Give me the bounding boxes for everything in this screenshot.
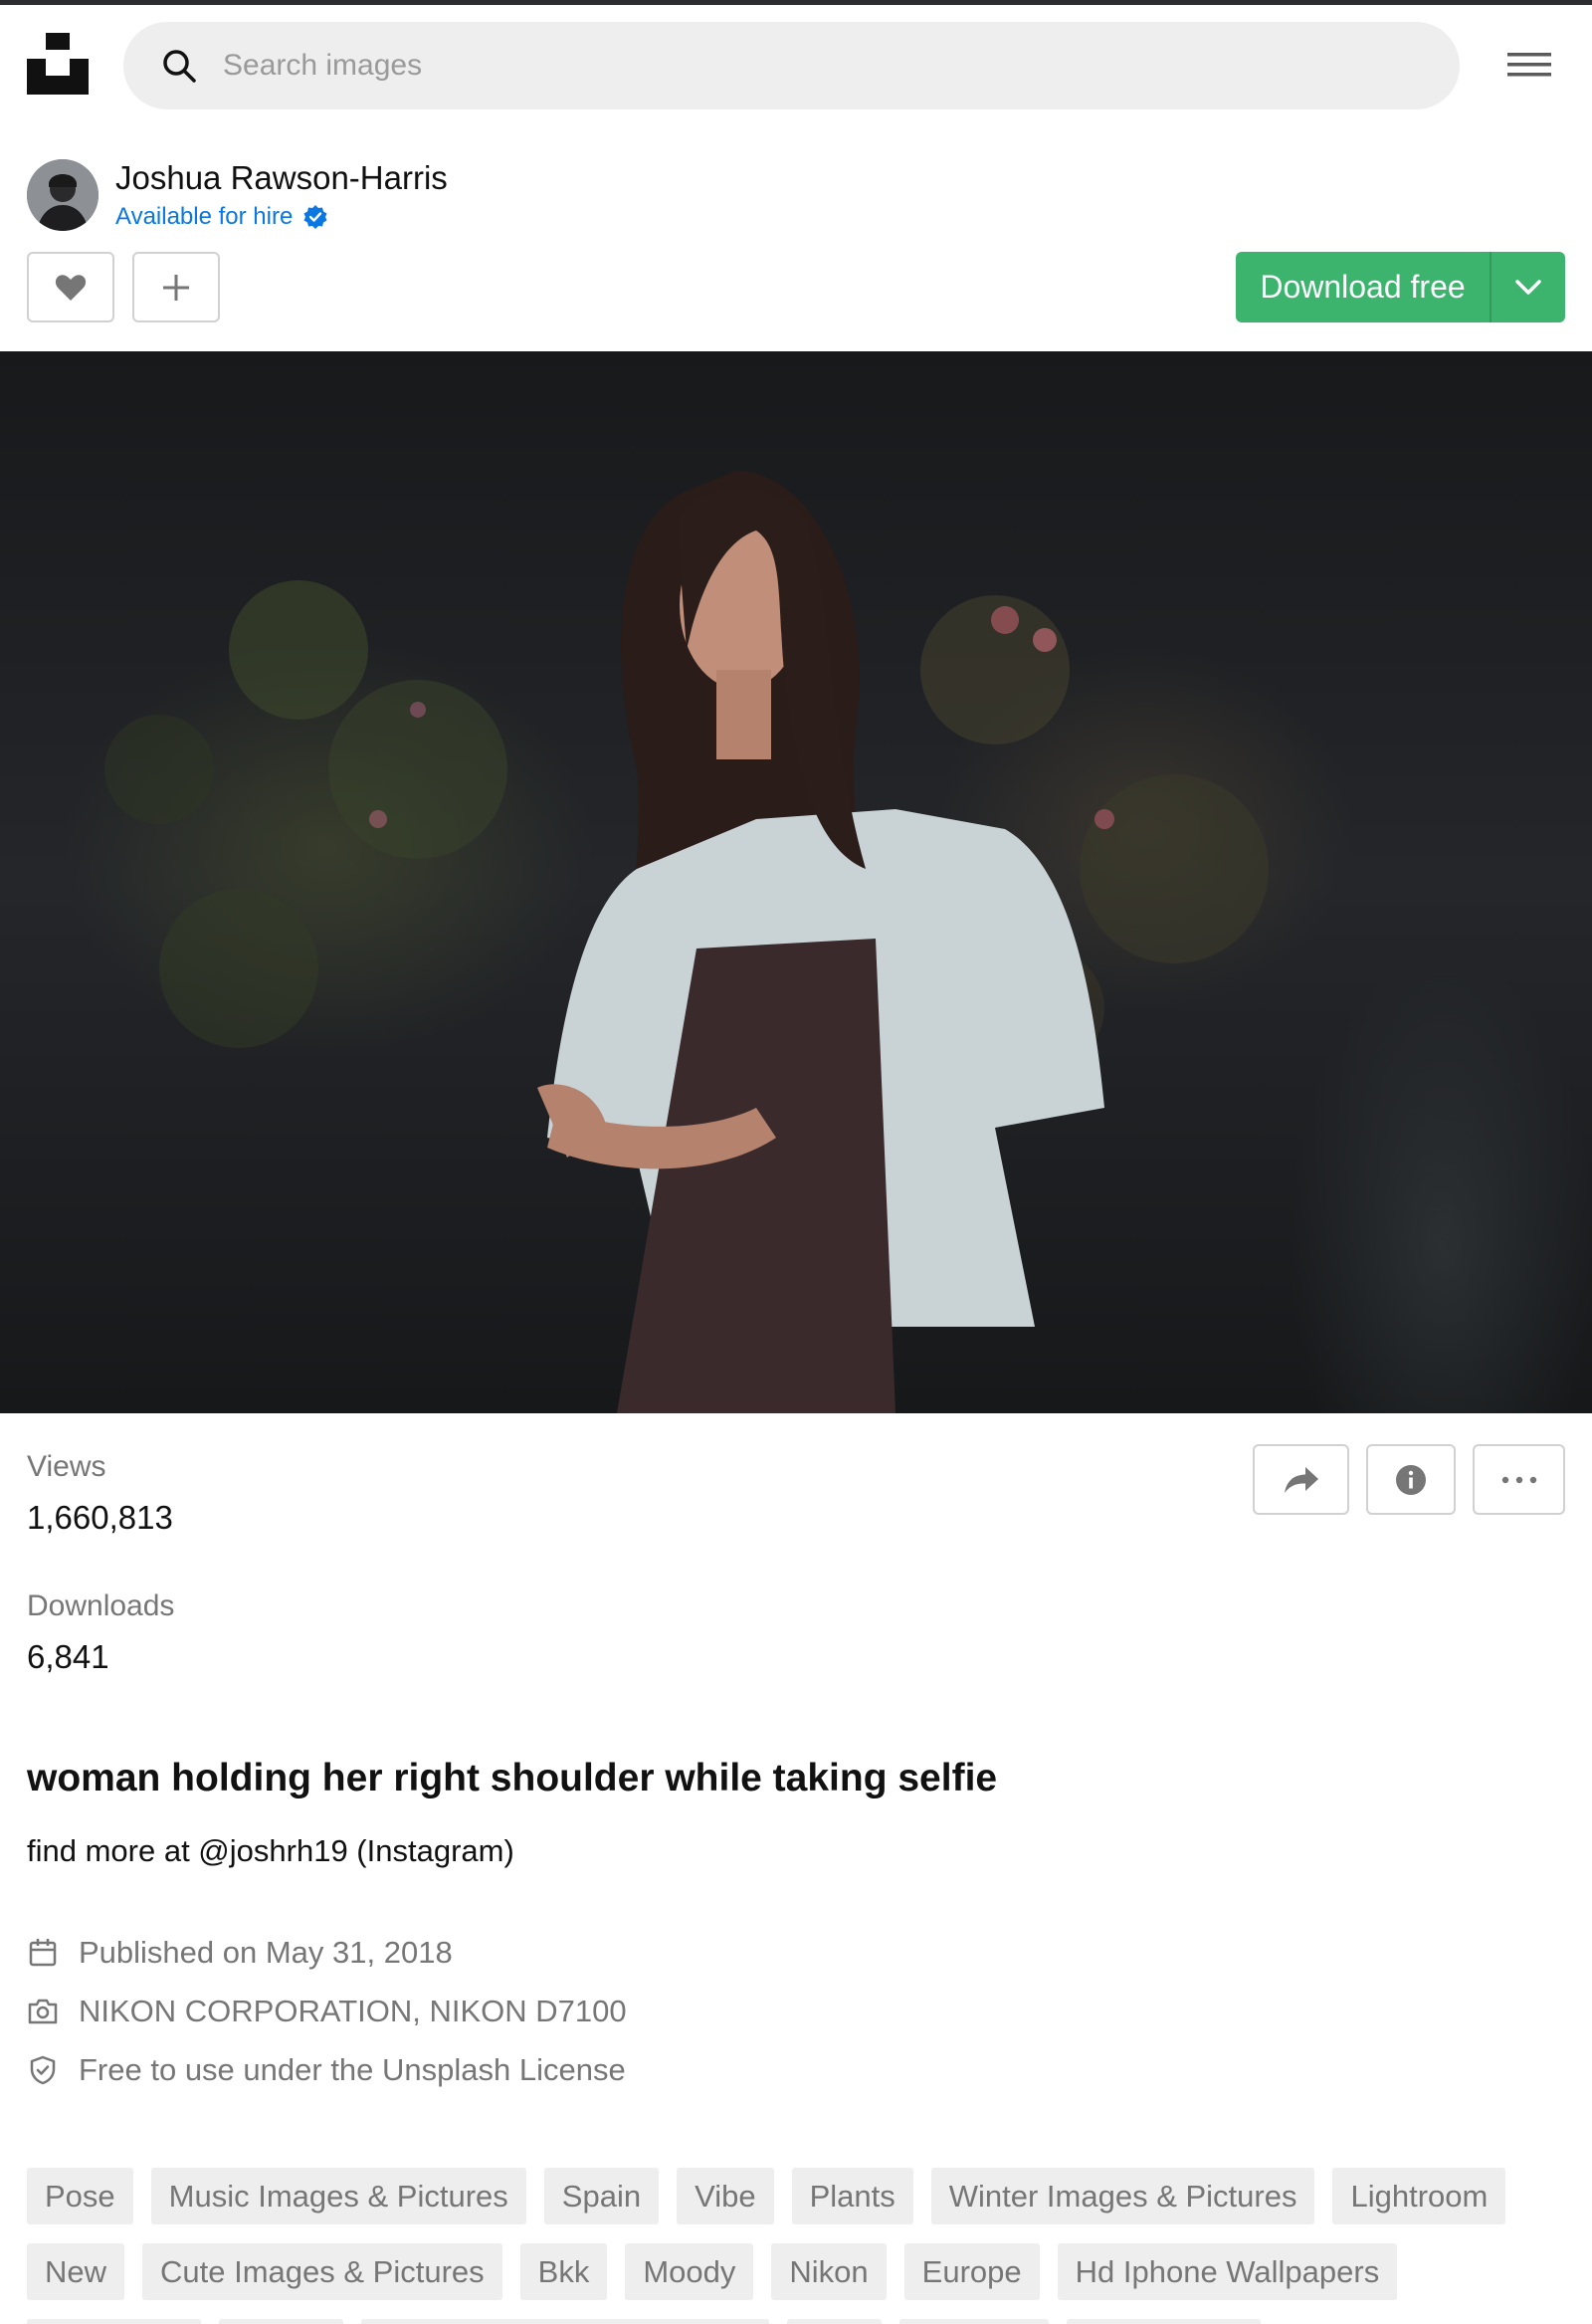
heart-icon (55, 274, 87, 301)
main-photo[interactable] (0, 351, 1592, 1413)
published-text: Published on May 31, 2018 (79, 1935, 453, 1970)
tag-row-1: Pose Music Images & Pictures Spain Vibe … (27, 2168, 1579, 2224)
views-value: 1,660,813 (27, 1499, 173, 1536)
tag-moody[interactable]: Moody (625, 2243, 754, 2300)
tag-partial[interactable] (219, 2319, 343, 2324)
add-to-collection-button[interactable] (132, 252, 220, 322)
tag-plants[interactable]: Plants (791, 2168, 913, 2224)
downloads-value: 6,841 (27, 1638, 109, 1675)
tag-pose[interactable]: Pose (27, 2168, 133, 2224)
info-icon (1396, 1464, 1426, 1495)
tag-partial[interactable] (899, 2319, 1049, 2324)
tag-cute[interactable]: Cute Images & Pictures (142, 2243, 502, 2300)
tag-spain[interactable]: Spain (543, 2168, 660, 2224)
more-actions-button[interactable] (1473, 1444, 1565, 1515)
avatar[interactable] (27, 159, 99, 231)
download-options-button[interactable] (1492, 252, 1565, 322)
shield-check-icon (30, 2055, 56, 2085)
more-icon (1501, 1476, 1536, 1483)
like-button[interactable] (27, 252, 114, 322)
published-date: Published on May 31, 2018 (27, 1935, 453, 1971)
tags-list: Pose Music Images & Pictures Spain Vibe … (27, 2168, 1579, 2324)
camera-text[interactable]: NIKON CORPORATION, NIKON D7100 (79, 1994, 627, 2029)
share-icon (1284, 1466, 1318, 1493)
tag-europe[interactable]: Europe (903, 2243, 1040, 2300)
calendar-icon (29, 1939, 57, 1967)
downloads-label: Downloads (27, 1589, 175, 1622)
download-button[interactable]: Download free (1236, 252, 1490, 322)
download-button-group: Download free (1236, 252, 1565, 322)
info-button[interactable] (1366, 1444, 1456, 1515)
photo-title: woman holding her right shoulder while t… (27, 1757, 998, 1799)
plus-icon (163, 274, 189, 301)
views-label: Views (27, 1450, 106, 1483)
header (0, 5, 1592, 134)
search-bar[interactable] (123, 22, 1460, 109)
tag-partial[interactable] (27, 2319, 201, 2324)
tag-winter[interactable]: Winter Images & Pictures (930, 2168, 1315, 2224)
tag-row-2: New Cute Images & Pictures Bkk Moody Nik… (27, 2243, 1579, 2300)
availability-link[interactable]: Available for hire (115, 203, 328, 231)
menu-icon[interactable] (1507, 47, 1551, 83)
author-name[interactable]: Joshua Rawson-Harris (115, 159, 448, 197)
verified-icon (303, 205, 327, 229)
tag-music[interactable]: Music Images & Pictures (150, 2168, 526, 2224)
search-input[interactable] (223, 22, 1417, 109)
tag-partial[interactable] (1067, 2319, 1261, 2324)
tag-new[interactable]: New (27, 2243, 125, 2300)
tag-lightroom[interactable]: Lightroom (1332, 2168, 1506, 2224)
share-button[interactable] (1253, 1444, 1349, 1515)
camera-info[interactable]: NIKON CORPORATION, NIKON D7100 (27, 1994, 627, 2029)
tag-row-3 (27, 2319, 1579, 2324)
unsplash-logo[interactable] (27, 33, 89, 95)
tag-partial[interactable] (361, 2319, 769, 2324)
availability-label[interactable]: Available for hire (115, 203, 293, 231)
camera-icon (28, 1999, 58, 2024)
tag-bkk[interactable]: Bkk (519, 2243, 608, 2300)
license-text[interactable]: Free to use under the Unsplash License (79, 2052, 626, 2088)
photo-illustration (104, 471, 1269, 1413)
tag-nikon[interactable]: Nikon (771, 2243, 887, 2300)
tag-vibe[interactable]: Vibe (677, 2168, 774, 2224)
tag-hd-iphone-wallpapers[interactable]: Hd Iphone Wallpapers (1057, 2243, 1398, 2300)
chevron-down-icon (1515, 279, 1541, 295)
search-icon[interactable] (161, 48, 197, 84)
photo-description: find more at @joshrh19 (Instagram) (27, 1833, 514, 1868)
license-info[interactable]: Free to use under the Unsplash License (27, 2052, 626, 2088)
tag-partial[interactable] (787, 2319, 882, 2324)
